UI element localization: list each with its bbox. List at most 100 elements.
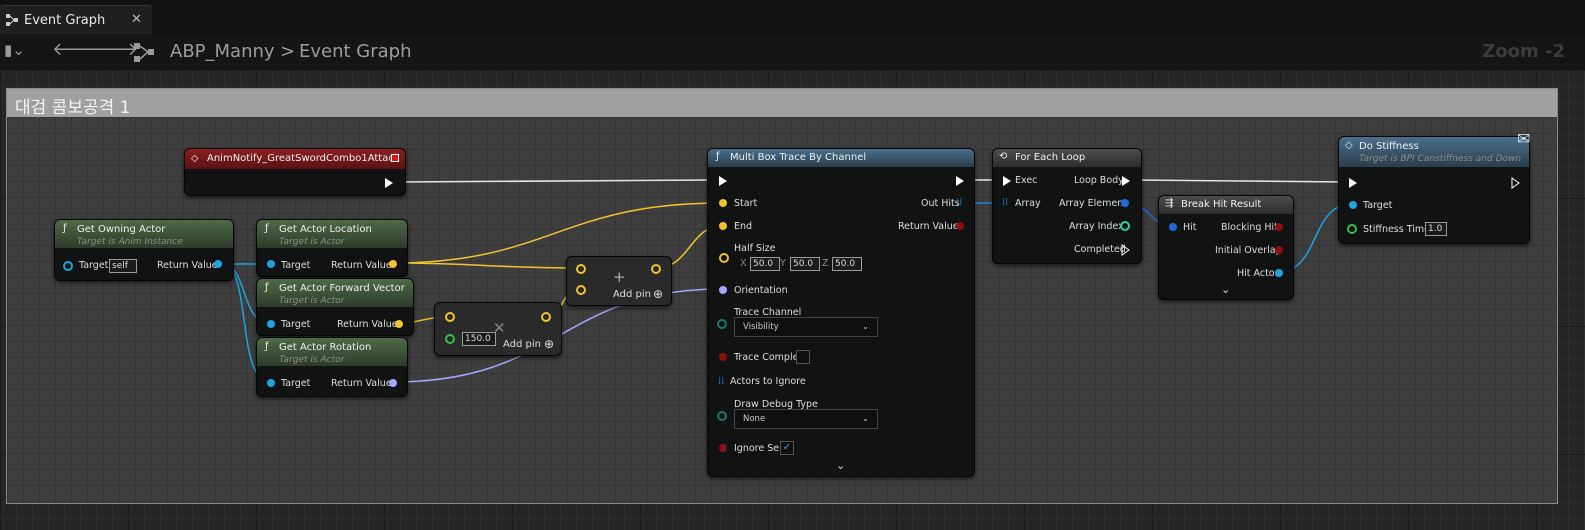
add-pin-icon[interactable]: ⊕ xyxy=(544,337,554,351)
node-subtitle: Target is Actor xyxy=(279,237,345,247)
node-title: Get Actor Location xyxy=(279,224,372,235)
input-b-pin[interactable] xyxy=(445,334,455,344)
exec-in-pin[interactable] xyxy=(1003,176,1011,186)
hit-actor-pin[interactable] xyxy=(1275,269,1283,277)
draw-debug-type-dropdown[interactable]: None ⌄ xyxy=(734,409,878,429)
get-actor-forward-vector-node[interactable]: ƒ Get Actor Forward Vector Target is Act… xyxy=(256,278,414,336)
half-size-x-field[interactable]: 50.0 xyxy=(750,257,780,271)
output-pin[interactable] xyxy=(651,264,661,274)
exec-in-pin[interactable] xyxy=(1349,178,1357,188)
target-pin[interactable] xyxy=(267,379,275,387)
stiffness-time-field[interactable]: 1.0 xyxy=(1425,222,1447,236)
out-hits-label: Out Hits xyxy=(921,198,960,209)
get-owning-actor-node[interactable]: ƒ Get Owning Actor Target is Anim Instan… xyxy=(54,219,234,281)
stiffness-time-label: Stiffness Time xyxy=(1363,224,1430,235)
multiply-icon: ✕ xyxy=(493,319,506,337)
orientation-pin[interactable] xyxy=(719,286,727,294)
multiply-value-field[interactable]: 150.0 xyxy=(462,332,496,346)
half-size-y-field[interactable]: 50.0 xyxy=(790,257,820,271)
array-element-pin[interactable] xyxy=(1121,199,1129,207)
actors-to-ignore-label: Actors to Ignore xyxy=(730,376,806,387)
half-size-label: Half Size xyxy=(734,243,776,254)
exec-out-pin[interactable] xyxy=(1511,177,1521,189)
orientation-label: Orientation xyxy=(734,285,788,296)
ignore-self-checkbox[interactable]: ✓ xyxy=(780,441,794,455)
function-icon: ƒ xyxy=(265,341,269,352)
hit-pin[interactable] xyxy=(1169,223,1177,231)
multi-box-trace-node[interactable]: ƒ Multi Box Trace By Channel Start End H… xyxy=(707,148,975,477)
add-pin-label[interactable]: Add pin xyxy=(613,289,651,300)
return-label: Return Value xyxy=(331,378,392,389)
return-value-pin[interactable] xyxy=(956,222,964,230)
add-node[interactable]: + Add pin ⊕ xyxy=(566,256,672,306)
anim-notify-event-node[interactable]: ◇ AnimNotify_GreatSwordCombo1Attack xyxy=(184,148,406,196)
delegate-pin-icon[interactable] xyxy=(391,154,399,162)
out-hits-pin[interactable]: ⁞⁞ xyxy=(956,197,962,208)
return-pin[interactable] xyxy=(395,320,403,328)
draw-debug-type-pin[interactable] xyxy=(717,411,727,421)
ignore-self-pin[interactable] xyxy=(719,444,727,452)
input-a-pin[interactable] xyxy=(576,264,586,274)
break-struct-icon: ⇶ xyxy=(1165,198,1174,209)
target-pin[interactable] xyxy=(1349,201,1357,209)
trace-channel-pin[interactable] xyxy=(717,319,727,329)
blocking-hit-label: Blocking Hit xyxy=(1221,222,1278,233)
half-size-pin[interactable] xyxy=(719,253,729,263)
node-title: Get Owning Actor xyxy=(77,224,166,235)
array-index-label: Array Index xyxy=(1069,221,1124,232)
return-pin[interactable] xyxy=(389,379,397,387)
hit-label: Hit xyxy=(1183,222,1197,233)
get-actor-rotation-node[interactable]: ƒ Get Actor Rotation Target is Actor Tar… xyxy=(256,337,408,397)
multiply-node[interactable]: 150.0 ✕ Add pin ⊕ xyxy=(434,302,562,356)
y-label: Y xyxy=(780,258,786,269)
return-pin[interactable] xyxy=(214,260,222,268)
stiffness-time-pin[interactable] xyxy=(1347,224,1357,234)
node-subtitle: Target is Actor xyxy=(279,355,345,365)
start-pin[interactable] xyxy=(719,199,727,207)
node-title: AnimNotify_GreatSwordCombo1Attack xyxy=(207,153,400,164)
array-in-pin[interactable]: ⁞⁞ xyxy=(1002,197,1008,208)
target-label: Target xyxy=(281,260,311,271)
target-pin[interactable] xyxy=(267,320,275,328)
exec-in-pin[interactable] xyxy=(719,176,727,186)
input-a-pin[interactable] xyxy=(445,312,455,322)
trace-complex-pin[interactable] xyxy=(719,353,727,361)
for-each-loop-node[interactable]: ⟲ For Each Loop Exec ⁞⁞ Array Loop Body … xyxy=(992,148,1142,264)
vector-wire-location-add xyxy=(391,262,581,269)
break-hit-result-node[interactable]: ⇶ Break Hit Result Hit Blocking Hit Init… xyxy=(1158,195,1294,300)
do-stiffness-node[interactable]: ◇ Do Stiffness Target is BPI Canstiffnes… xyxy=(1338,129,1530,244)
loop-icon: ⟲ xyxy=(999,151,1008,162)
exec-out-pin[interactable] xyxy=(385,178,393,188)
node-title: Get Actor Rotation xyxy=(279,342,372,353)
trace-complex-checkbox[interactable] xyxy=(796,350,810,364)
loop-body-pin[interactable] xyxy=(1122,176,1130,186)
chevron-down-icon[interactable]: ⌄ xyxy=(1221,283,1230,296)
target-label: Target xyxy=(1363,200,1393,211)
input-b-pin[interactable] xyxy=(576,285,586,295)
node-title: Multi Box Trace By Channel xyxy=(730,152,867,163)
trace-channel-dropdown[interactable]: Visibility ⌄ xyxy=(734,317,878,337)
initial-overlap-pin[interactable] xyxy=(1275,246,1283,254)
target-pin[interactable] xyxy=(63,261,73,271)
half-size-z-field[interactable]: 50.0 xyxy=(832,257,862,271)
get-actor-location-node[interactable]: ƒ Get Actor Location Target is Actor Tar… xyxy=(256,219,408,277)
output-pin[interactable] xyxy=(541,312,551,322)
array-pin-icon[interactable]: ⁞⁞ xyxy=(718,376,724,387)
trace-complex-label: Trace Complex xyxy=(734,352,804,363)
node-title: Do Stiffness xyxy=(1359,141,1419,152)
target-self-field[interactable]: self xyxy=(109,259,137,273)
node-title: For Each Loop xyxy=(1015,152,1086,163)
array-element-label: Array Element xyxy=(1059,198,1127,209)
exec-out-pin[interactable] xyxy=(956,176,964,186)
end-pin[interactable] xyxy=(719,222,727,230)
return-pin[interactable] xyxy=(389,260,397,268)
blocking-hit-pin[interactable] xyxy=(1275,223,1283,231)
chevron-down-icon[interactable]: ⌄ xyxy=(836,459,845,472)
message-envelope-icon: ✉ xyxy=(1517,129,1531,148)
array-index-pin[interactable] xyxy=(1120,221,1130,231)
add-pin-label[interactable]: Add pin xyxy=(503,339,541,350)
hit-actor-label: Hit Actor xyxy=(1237,268,1279,279)
return-label: Return Value xyxy=(331,260,392,271)
target-pin[interactable] xyxy=(267,260,275,268)
add-pin-icon[interactable]: ⊕ xyxy=(653,287,663,301)
